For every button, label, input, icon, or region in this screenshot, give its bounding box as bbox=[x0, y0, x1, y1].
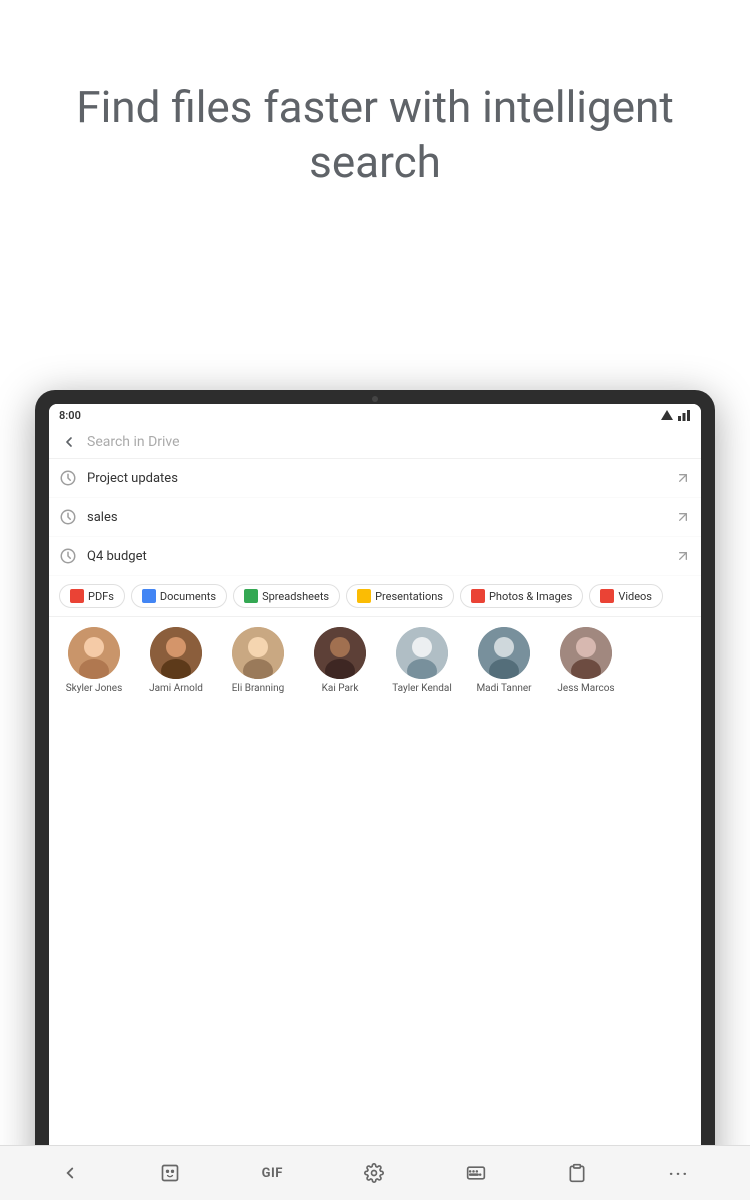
suggestion-text-3: Q4 budget bbox=[87, 549, 665, 564]
suggestion-item-3[interactable]: Q4 budget bbox=[49, 537, 701, 576]
suggestion-item-2[interactable]: sales bbox=[49, 498, 701, 537]
person-skyler[interactable]: Skyler Jones bbox=[59, 627, 129, 694]
filter-chip-docs[interactable]: Documents bbox=[131, 584, 227, 608]
emoji-button[interactable] bbox=[152, 1155, 188, 1191]
search-input[interactable]: Search in Drive bbox=[87, 434, 691, 450]
person-eli[interactable]: Eli Branning bbox=[223, 627, 293, 694]
avatar-jess bbox=[560, 627, 612, 679]
gif-button[interactable]: GIF bbox=[254, 1158, 291, 1189]
sheet-chip-icon bbox=[244, 589, 258, 603]
person-madi[interactable]: Madi Tanner bbox=[469, 627, 539, 694]
tablet-frame: 8:00 Search in Drive bbox=[35, 390, 715, 1180]
hero-section: Find files faster with intelligent searc… bbox=[0, 0, 750, 230]
filter-chips-row: PDFs Documents Spreadsheets Presentation… bbox=[49, 576, 701, 617]
photo-chip-icon bbox=[471, 589, 485, 603]
video-chip-label: Videos bbox=[618, 590, 652, 603]
name-jess: Jess Marcos bbox=[557, 683, 614, 694]
keyboard-bar: GIF ··· bbox=[0, 1145, 750, 1200]
filter-chip-sheets[interactable]: Spreadsheets bbox=[233, 584, 340, 608]
filter-chip-videos[interactable]: Videos bbox=[589, 584, 663, 608]
camera-dot bbox=[372, 396, 378, 402]
search-bar[interactable]: Search in Drive bbox=[49, 426, 701, 459]
person-kai[interactable]: Kai Park bbox=[305, 627, 375, 694]
slide-chip-icon bbox=[357, 589, 371, 603]
keyboard-chevron-button[interactable] bbox=[53, 1156, 87, 1190]
sheet-chip-label: Spreadsheets bbox=[262, 590, 329, 603]
settings-button[interactable] bbox=[356, 1155, 392, 1191]
tablet-screen: 8:00 Search in Drive bbox=[49, 404, 701, 1166]
avatar-skyler bbox=[68, 627, 120, 679]
name-skyler: Skyler Jones bbox=[66, 683, 123, 694]
arrow-icon-1 bbox=[675, 470, 691, 486]
doc-chip-label: Documents bbox=[160, 590, 216, 603]
avatar-kai bbox=[314, 627, 366, 679]
arrow-icon-2 bbox=[675, 509, 691, 525]
doc-chip-icon bbox=[142, 589, 156, 603]
clock-icon-2 bbox=[59, 508, 77, 526]
clock-icon-3 bbox=[59, 547, 77, 565]
pdf-chip-label: PDFs bbox=[88, 590, 114, 603]
name-tayler: Tayler Kendal bbox=[392, 683, 452, 694]
avatar-tayler bbox=[396, 627, 448, 679]
avatar-eli bbox=[232, 627, 284, 679]
name-kai: Kai Park bbox=[322, 683, 359, 694]
status-icons bbox=[660, 409, 691, 421]
name-jami: Jami Arnold bbox=[149, 683, 203, 694]
suggestion-text-2: sales bbox=[87, 510, 665, 525]
people-row: Skyler Jones Jami Arnold bbox=[49, 617, 701, 704]
photo-chip-label: Photos & Images bbox=[489, 590, 572, 603]
keyboard-switch-button[interactable] bbox=[458, 1155, 494, 1191]
pdf-chip-icon bbox=[70, 589, 84, 603]
person-jami[interactable]: Jami Arnold bbox=[141, 627, 211, 694]
suggestions-list: Project updates sales bbox=[49, 459, 701, 576]
wifi-icon bbox=[660, 409, 674, 421]
screen-spacer bbox=[49, 704, 701, 1166]
status-time: 8:00 bbox=[59, 409, 81, 422]
slide-chip-label: Presentations bbox=[375, 590, 443, 603]
back-button[interactable] bbox=[59, 432, 79, 452]
hero-title: Find files faster with intelligent searc… bbox=[60, 80, 690, 190]
suggestion-item-1[interactable]: Project updates bbox=[49, 459, 701, 498]
filter-chip-photos[interactable]: Photos & Images bbox=[460, 584, 583, 608]
video-chip-icon bbox=[600, 589, 614, 603]
more-button[interactable]: ··· bbox=[661, 1156, 697, 1191]
avatar-madi bbox=[478, 627, 530, 679]
person-tayler[interactable]: Tayler Kendal bbox=[387, 627, 457, 694]
suggestion-text-1: Project updates bbox=[87, 471, 665, 486]
signal-icon bbox=[677, 409, 691, 421]
name-eli: Eli Branning bbox=[232, 683, 285, 694]
filter-chip-pdfs[interactable]: PDFs bbox=[59, 584, 125, 608]
filter-chip-slides[interactable]: Presentations bbox=[346, 584, 454, 608]
name-madi: Madi Tanner bbox=[476, 683, 531, 694]
clipboard-button[interactable] bbox=[559, 1155, 595, 1191]
status-bar: 8:00 bbox=[49, 404, 701, 426]
avatar-jami bbox=[150, 627, 202, 679]
person-jess[interactable]: Jess Marcos bbox=[551, 627, 621, 694]
clock-icon-1 bbox=[59, 469, 77, 487]
arrow-icon-3 bbox=[675, 548, 691, 564]
